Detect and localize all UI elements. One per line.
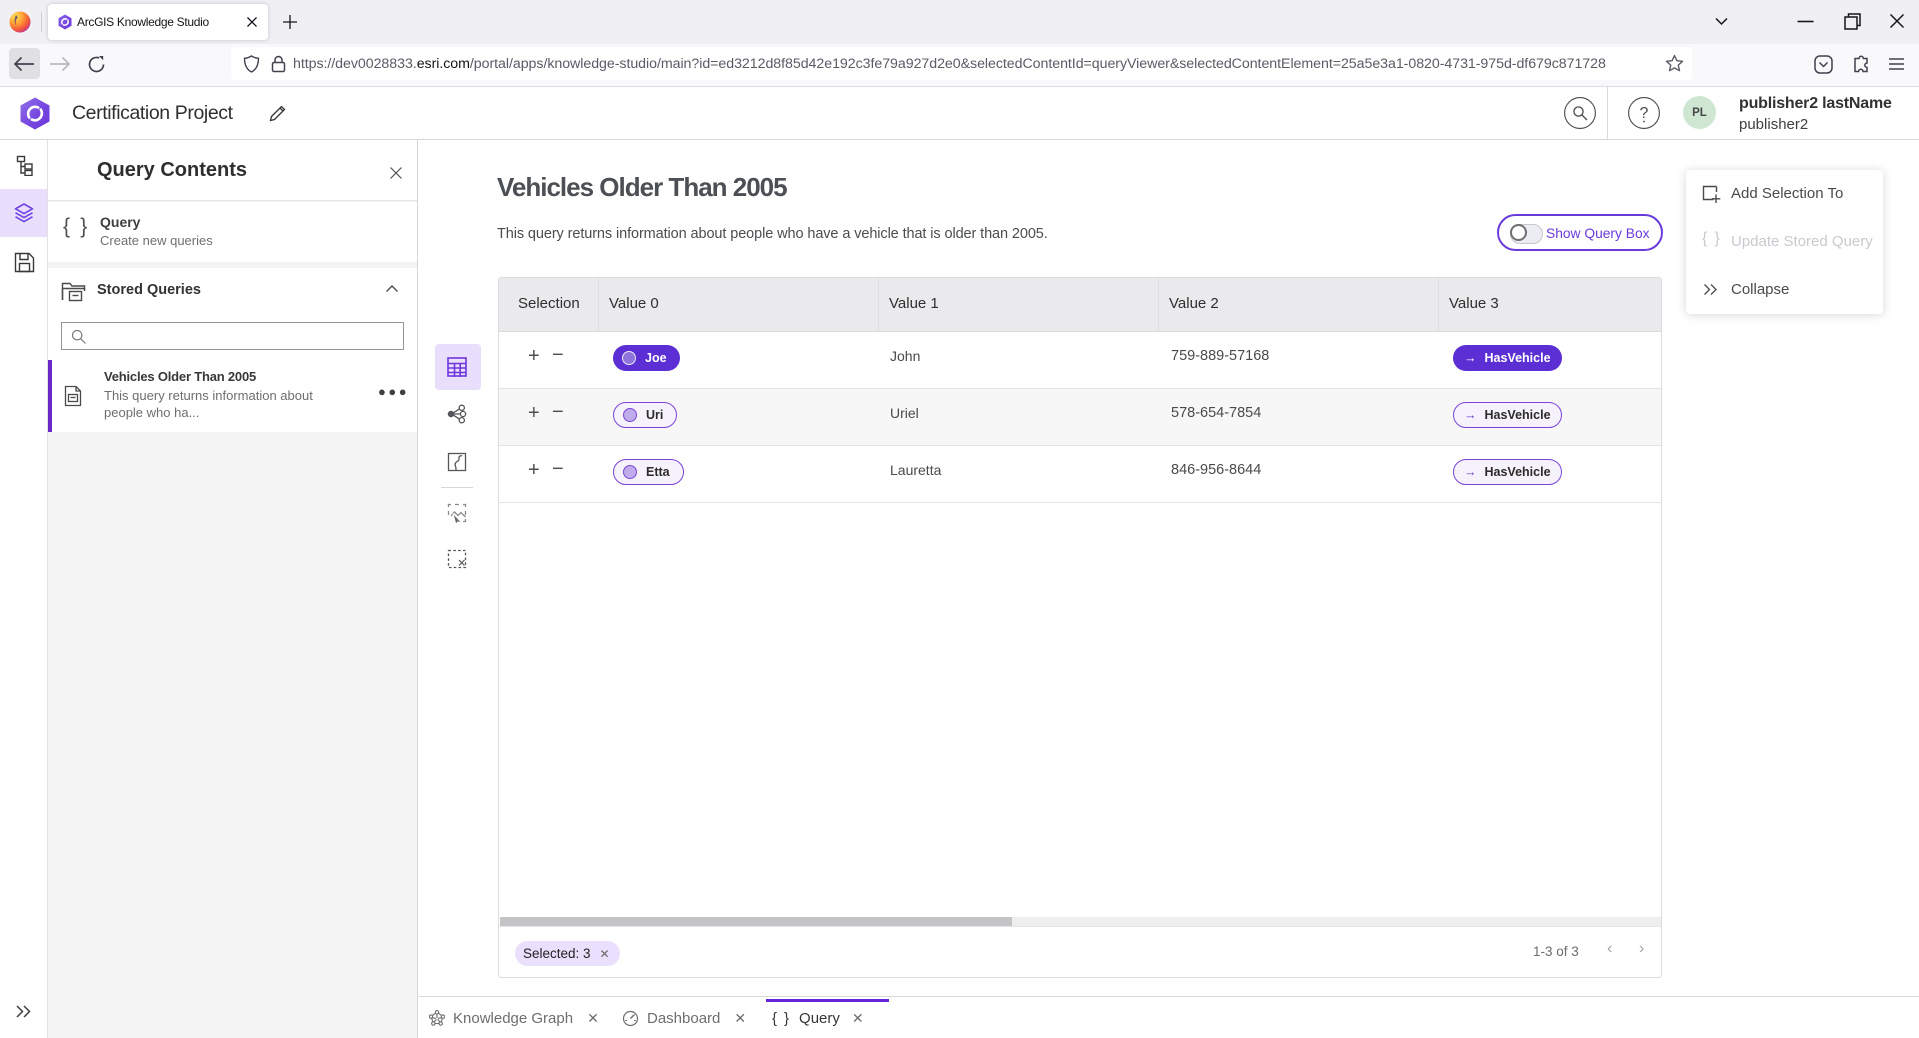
svg-text:?: ?: [1640, 105, 1649, 122]
